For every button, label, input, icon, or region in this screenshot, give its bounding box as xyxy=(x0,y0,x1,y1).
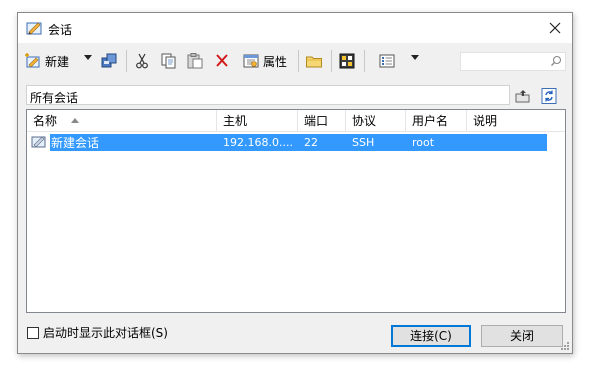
view-button[interactable] xyxy=(378,50,396,72)
table-row[interactable]: 新建会话 192.168.0.... 22 SSH root xyxy=(27,134,547,151)
session-name: 新建会话 xyxy=(51,136,100,150)
show-at-startup-checkbox[interactable] xyxy=(27,326,39,339)
properties-button[interactable]: 属性 xyxy=(242,50,287,72)
new-folder-button[interactable] xyxy=(305,50,323,72)
script-button[interactable] xyxy=(338,50,356,72)
new-dropdown-arrow-icon[interactable] xyxy=(84,55,92,60)
path-text: 所有会话 xyxy=(30,91,79,105)
new-session-label: 新建 xyxy=(45,54,70,69)
properties-icon xyxy=(243,54,259,68)
view-dropdown-arrow-icon[interactable] xyxy=(411,55,419,60)
cut-button[interactable] xyxy=(134,50,150,72)
session-list: 名称 主机 端口 协议 用户名 说明 新建会话 192.168.0.... 22… xyxy=(26,109,566,313)
column-header-name[interactable]: 名称 xyxy=(27,110,217,132)
script-icon xyxy=(339,53,355,69)
column-label: 用户名 xyxy=(412,114,449,128)
sessions-copy-button[interactable] xyxy=(100,50,118,72)
resize-grip-icon[interactable] xyxy=(560,341,570,351)
sort-ascending-icon xyxy=(71,118,79,123)
show-at-startup-label: 启动时显示此对话框(S) xyxy=(43,326,168,340)
search-icon xyxy=(551,55,562,66)
paste-icon xyxy=(187,53,203,69)
close-window-button[interactable] xyxy=(538,13,572,43)
close-button[interactable]: 关闭 xyxy=(481,325,563,347)
column-header-port[interactable]: 端口 xyxy=(298,110,346,132)
column-header-username[interactable]: 用户名 xyxy=(406,110,467,132)
session-host: 192.168.0.... xyxy=(223,136,293,149)
show-at-startup-option[interactable]: 启动时显示此对话框(S) xyxy=(27,324,168,341)
refresh-icon xyxy=(541,88,557,104)
column-label: 说明 xyxy=(473,114,498,128)
session-port: 22 xyxy=(304,136,318,149)
session-protocol: SSH xyxy=(352,136,375,149)
column-header-host[interactable]: 主机 xyxy=(217,110,298,132)
delete-button[interactable] xyxy=(214,50,230,72)
toolbar-separator xyxy=(298,50,299,72)
window-title: 会话 xyxy=(48,23,73,37)
session-dialog: 会话 新建 属性 所有会话 名称 主机 端口 协议 用户名 说明 新建会话 19… xyxy=(17,12,573,354)
delete-icon xyxy=(216,54,228,67)
new-session-button[interactable]: 新建 xyxy=(24,50,69,72)
close-icon xyxy=(549,22,561,34)
properties-label: 属性 xyxy=(263,54,288,69)
folder-icon xyxy=(306,56,322,68)
title-bar: 会话 xyxy=(18,13,572,43)
toolbar-separator xyxy=(126,50,127,72)
column-header-protocol[interactable]: 协议 xyxy=(346,110,406,132)
session-path-bar[interactable]: 所有会话 xyxy=(26,85,510,105)
new-session-icon xyxy=(25,53,40,68)
cut-icon xyxy=(136,53,148,69)
view-icon xyxy=(379,54,395,68)
copy-button[interactable] xyxy=(160,50,178,72)
sync-button[interactable] xyxy=(540,87,558,105)
session-icon xyxy=(31,134,47,153)
column-label: 名称 xyxy=(33,114,58,128)
toolbar-separator xyxy=(331,50,332,72)
session-user: root xyxy=(412,136,435,149)
column-label: 协议 xyxy=(352,114,377,128)
column-header-description[interactable]: 说明 xyxy=(467,110,565,132)
copy-icon xyxy=(161,53,176,69)
search-input[interactable] xyxy=(460,52,566,71)
navigate-up-button[interactable] xyxy=(514,87,532,105)
connect-button[interactable]: 连接(C) xyxy=(391,325,471,347)
toolbar: 新建 属性 xyxy=(18,47,572,75)
app-icon xyxy=(26,20,42,36)
column-label: 端口 xyxy=(304,114,329,128)
sessions-copy-icon xyxy=(101,53,117,68)
list-header: 名称 主机 端口 协议 用户名 说明 xyxy=(27,110,565,132)
folder-up-icon xyxy=(515,90,530,103)
session-description xyxy=(473,135,543,151)
paste-button[interactable] xyxy=(186,50,204,72)
column-label: 主机 xyxy=(223,114,248,128)
toolbar-separator xyxy=(364,50,365,72)
